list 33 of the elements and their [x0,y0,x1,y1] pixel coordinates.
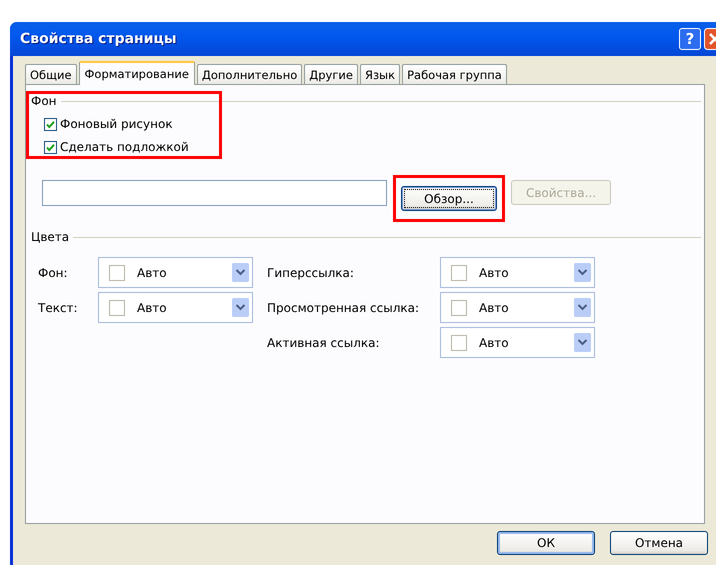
window-title: Свойства страницы [19,31,178,47]
file-path-field[interactable] [42,180,387,206]
color-dropdown[interactable]: Авто [440,292,595,323]
checkbox[interactable] [44,118,57,130]
color-swatch [451,264,467,280]
checkbox[interactable] [44,140,57,154]
tab[interactable]: Общие [25,64,77,84]
color-label: Текст: [38,300,79,314]
tab[interactable]: Другие [304,64,358,84]
color-swatch [109,300,125,316]
color-swatch [109,264,125,280]
color-dropdown[interactable]: Авто [98,292,253,323]
color-label: Просмотренная ссылка: [267,300,420,314]
color-swatch [451,334,467,350]
color-swatch [451,300,467,316]
ok-button[interactable]: ОК [497,531,595,555]
group-legend: Цвета [31,230,70,244]
color-dropdown[interactable]: Авто [98,257,253,288]
checkbox-label: Фоновый рисунок [60,117,173,131]
tab[interactable]: Форматирование [78,61,195,85]
color-dropdown[interactable]: Авто [440,327,595,358]
color-label: Гиперссылка: [267,266,355,280]
color-dropdown[interactable]: Авто [440,257,595,288]
tab[interactable]: Рабочая группа [402,64,507,84]
tab[interactable]: Язык [360,64,400,84]
color-label: Фон: [38,266,69,280]
group-legend: Фон [31,94,57,108]
cancel-button[interactable]: Отмена [610,531,708,555]
browse-button[interactable]: Обзор... [401,186,497,211]
checkbox-label: Сделать подложкой [60,140,189,154]
color-label: Активная ссылка: [267,336,381,350]
tab[interactable]: Дополнительно [196,64,302,84]
help-button[interactable]: ? [679,28,701,50]
